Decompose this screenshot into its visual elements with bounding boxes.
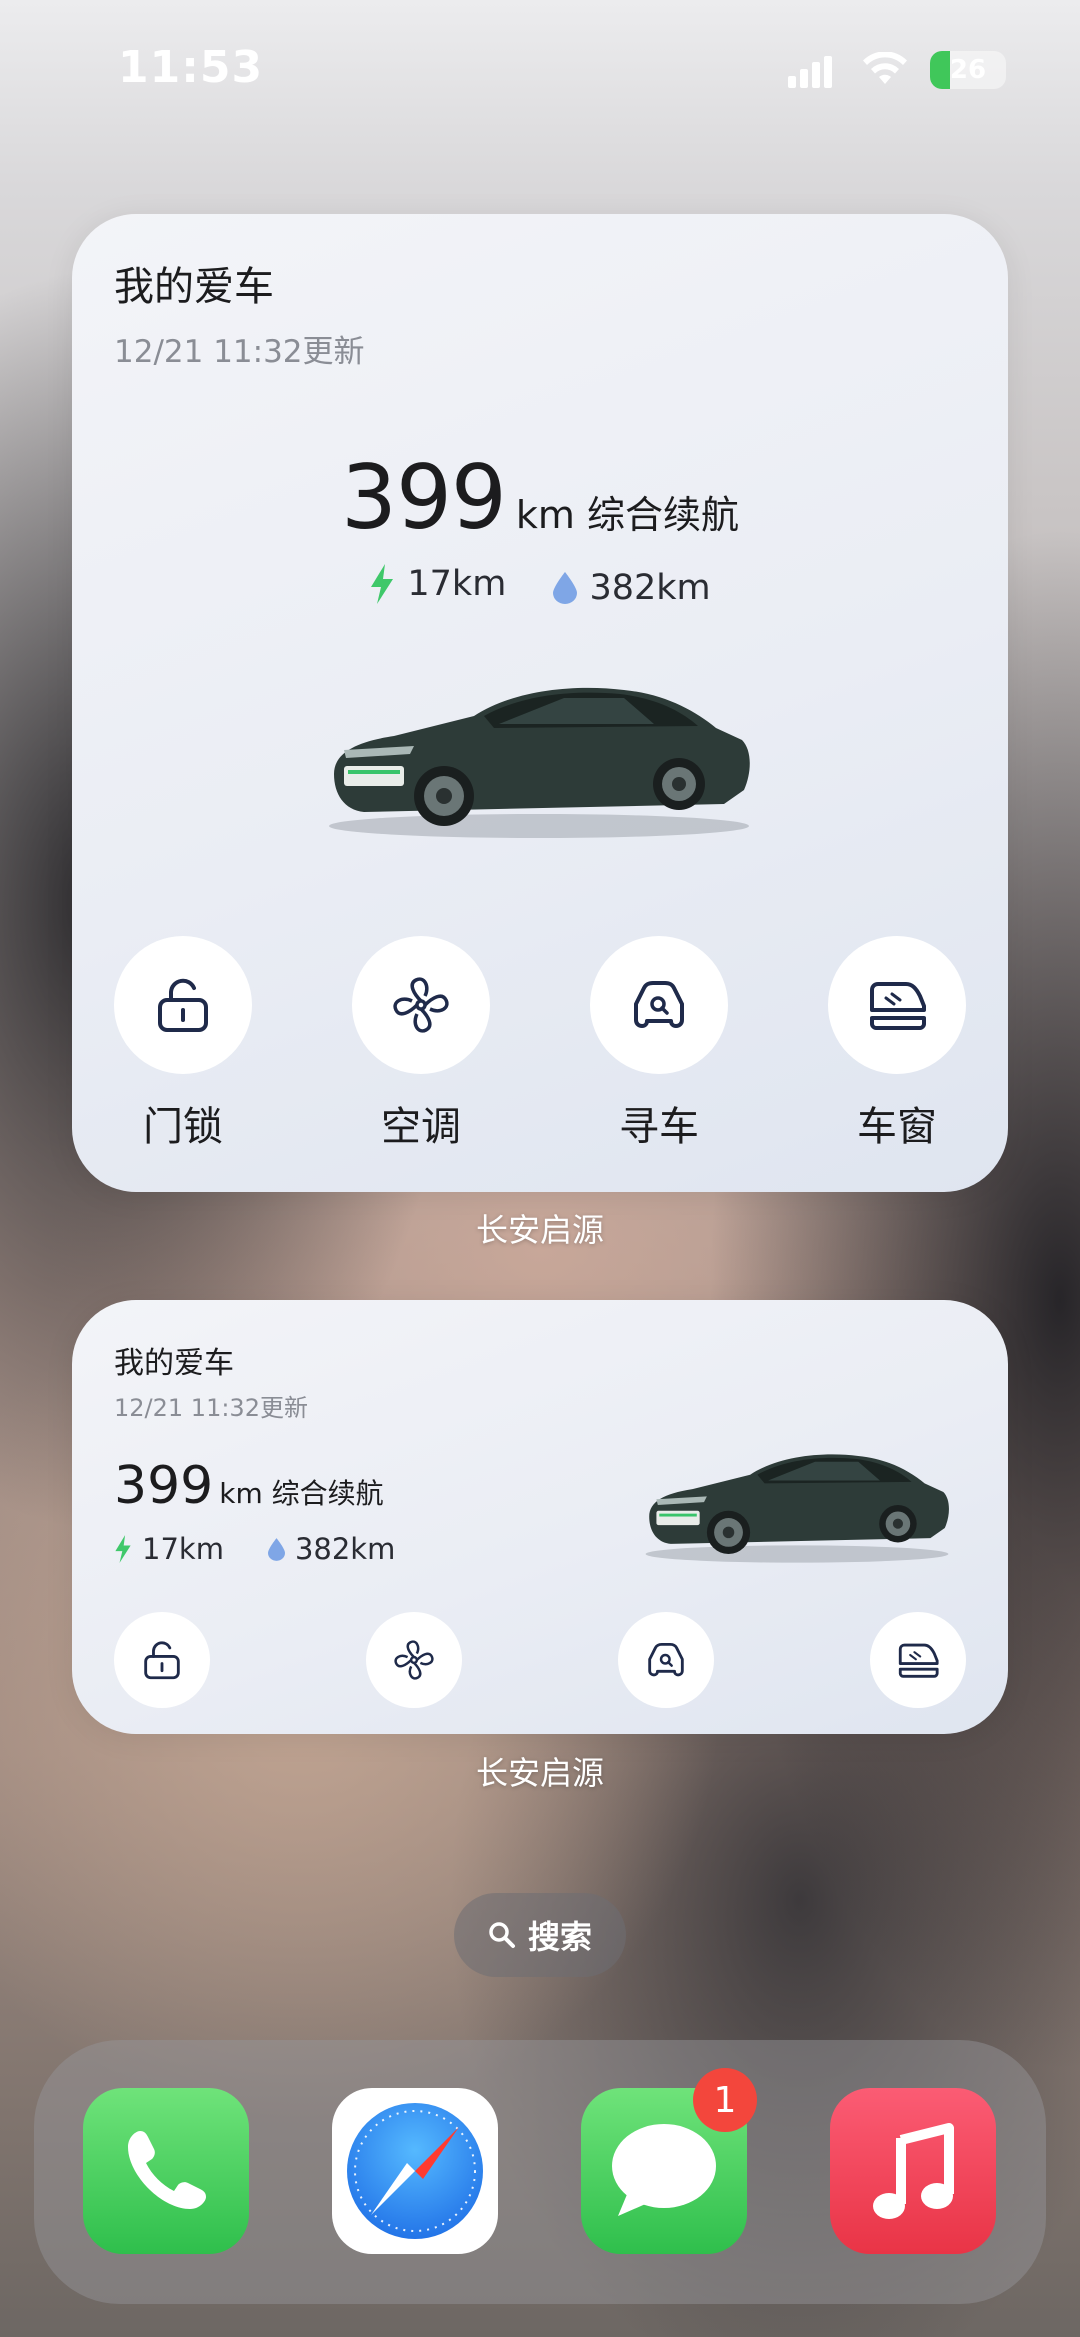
widget-app-name: 长安启源 bbox=[475, 1211, 604, 1249]
range-unit: km 综合续航 bbox=[219, 1477, 384, 1510]
safari-app[interactable] bbox=[332, 2088, 498, 2254]
range-unit: km 综合续航 bbox=[515, 493, 740, 537]
lock-icon bbox=[144, 1641, 180, 1680]
door-lock-button[interactable] bbox=[114, 1612, 210, 1708]
notification-badge: 1 bbox=[693, 2068, 757, 2132]
find-car-icon bbox=[634, 981, 684, 1028]
battery-indicator: 26 bbox=[930, 51, 1006, 89]
cellular-signal-icon bbox=[788, 56, 832, 88]
update-time: 12/21 11:32更新 bbox=[114, 334, 365, 370]
car-window-label: 车窗 bbox=[857, 1104, 937, 1150]
air-conditioning-button[interactable] bbox=[366, 1612, 462, 1708]
air-conditioning-label: 空调 bbox=[381, 1104, 461, 1150]
car-widget-medium[interactable]: 我的爱车 12/21 11:32更新 399 km 综合续航 17km 382km bbox=[72, 1300, 1008, 1734]
spotlight-search-button[interactable]: 搜索 bbox=[454, 1893, 626, 1977]
music-note-icon bbox=[873, 2123, 954, 2219]
find-car-icon bbox=[648, 1642, 684, 1677]
car-window-button[interactable] bbox=[828, 936, 966, 1074]
lightning-icon bbox=[115, 1535, 131, 1563]
chat-bubble-icon bbox=[612, 2124, 716, 2216]
compass-icon bbox=[347, 2103, 483, 2239]
air-conditioning-button[interactable] bbox=[352, 936, 490, 1074]
car-window-icon bbox=[898, 1643, 939, 1678]
lock-icon bbox=[158, 978, 208, 1032]
search-label: 搜索 bbox=[527, 1918, 592, 1956]
fuel-drop-icon bbox=[553, 572, 578, 604]
range-breakdown: 17km 382km bbox=[114, 1532, 439, 1566]
fan-icon bbox=[393, 977, 449, 1033]
messages-app[interactable]: 1 bbox=[581, 2068, 757, 2254]
car-window-button[interactable] bbox=[870, 1612, 966, 1708]
fuel-range: 382km bbox=[294, 1532, 396, 1566]
total-range: 399 km 综合续航 bbox=[72, 446, 1008, 549]
phone-app[interactable] bbox=[83, 2088, 249, 2254]
door-lock-button[interactable] bbox=[114, 936, 252, 1074]
battery-level: 26 bbox=[949, 55, 987, 85]
status-bar: 11:53 26 bbox=[0, 0, 1080, 140]
phone-icon bbox=[128, 2131, 206, 2209]
search-icon bbox=[489, 1922, 515, 1948]
car-widget-large[interactable]: 我的爱车 12/21 11:32更新 399 km 综合续航 17km 382km bbox=[72, 214, 1008, 1192]
find-car-button[interactable] bbox=[618, 1612, 714, 1708]
widget-title: 我的爱车 bbox=[114, 264, 274, 310]
widget-app-name: 长安启源 bbox=[475, 1754, 604, 1792]
car-image bbox=[329, 687, 750, 838]
range-breakdown: 17km 382km bbox=[72, 564, 1008, 613]
range-value: 399 bbox=[114, 1456, 214, 1516]
car-window-icon bbox=[870, 982, 926, 1030]
widget-title: 我的爱车 bbox=[114, 1346, 234, 1381]
fan-icon bbox=[394, 1640, 434, 1680]
wifi-icon bbox=[863, 52, 907, 84]
electric-range: 17km bbox=[407, 564, 507, 604]
car-image bbox=[645, 1454, 949, 1563]
fuel-drop-icon bbox=[267, 1537, 285, 1561]
update-time: 12/21 11:32更新 bbox=[114, 1394, 308, 1422]
music-app[interactable] bbox=[830, 2088, 996, 2254]
total-range: 399 km 综合续航 bbox=[114, 1456, 384, 1516]
electric-range: 17km bbox=[142, 1532, 224, 1566]
find-car-button[interactable] bbox=[590, 936, 728, 1074]
fuel-range: 382km bbox=[589, 568, 711, 608]
find-car-label: 寻车 bbox=[619, 1104, 699, 1150]
lightning-icon bbox=[371, 564, 394, 604]
range-value: 399 bbox=[340, 446, 507, 549]
door-lock-label: 门锁 bbox=[143, 1104, 223, 1150]
status-time: 11:53 bbox=[118, 42, 264, 93]
